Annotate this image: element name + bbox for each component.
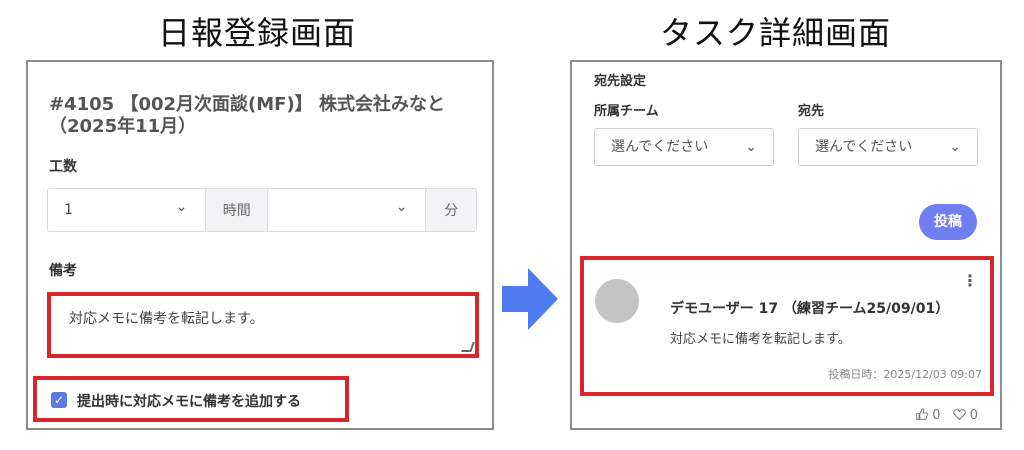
- post-author: デモユーザー 17 （練習チーム25/09/01）: [670, 301, 950, 317]
- thumbs-up-icon: [916, 408, 929, 420]
- task-detail-panel: 宛先設定 所属チーム 選んでください ⌄ 宛先 選んでください ⌄ 投稿 ⋮ デ…: [570, 60, 1002, 430]
- post-button[interactable]: 投稿: [919, 204, 977, 240]
- hours-value: 1: [64, 202, 73, 218]
- heart-count: 0: [969, 408, 978, 423]
- reactions: 0 0: [915, 408, 978, 423]
- resize-handle-icon[interactable]: [461, 342, 475, 352]
- avatar: [595, 279, 639, 323]
- work-hours-row: 1 ⌄ 時間 ⌄ 分: [47, 188, 477, 232]
- chevron-down-icon: ⌄: [949, 139, 961, 155]
- chevron-down-icon: ⌄: [175, 199, 188, 215]
- hours-unit: 時間: [205, 189, 269, 231]
- right-caption: タスク詳細画面: [660, 14, 892, 52]
- task-title: #4105 【002月次面談(MF)】 株式会社みなと（2025年11月）: [49, 94, 445, 137]
- left-caption: 日報登録画面: [158, 14, 357, 52]
- more-vertical-icon[interactable]: ⋮: [962, 273, 978, 289]
- post-timestamp: 投稿日時：2025/12/03 09:07: [828, 368, 982, 381]
- destination-section-title: 宛先設定: [594, 74, 647, 89]
- minutes-select[interactable]: ⌄: [268, 189, 425, 231]
- chevron-down-icon: ⌄: [745, 139, 757, 155]
- heart-button[interactable]: 0: [952, 408, 978, 423]
- append-note-option: ✓ 提出時に対応メモに備考を追加する: [33, 376, 349, 422]
- hours-select[interactable]: 1 ⌄: [48, 189, 205, 231]
- chevron-down-icon: ⌄: [395, 199, 408, 215]
- team-label: 所属チーム: [594, 104, 659, 119]
- append-note-label: 提出時に対応メモに備考を追加する: [77, 394, 301, 410]
- destination-placeholder: 選んでください: [815, 139, 913, 155]
- work-label: 工数: [49, 159, 77, 175]
- destination-select[interactable]: 選んでください ⌄: [798, 128, 978, 166]
- like-button[interactable]: 0: [915, 408, 941, 423]
- post-body: 対応メモに備考を転記します。: [670, 332, 851, 347]
- minutes-unit: 分: [425, 189, 476, 231]
- note-label: 備考: [49, 263, 77, 279]
- note-textarea[interactable]: 対応メモに備考を転記します。: [47, 292, 479, 358]
- heart-icon: [952, 409, 966, 421]
- team-select[interactable]: 選んでください ⌄: [594, 128, 774, 166]
- append-note-checkbox[interactable]: ✓: [51, 392, 67, 408]
- arrow-right-icon: [502, 268, 558, 330]
- daily-report-panel: #4105 【002月次面談(MF)】 株式会社みなと（2025年11月） 工数…: [26, 60, 494, 430]
- post-card: ⋮ デモユーザー 17 （練習チーム25/09/01） 対応メモに備考を転記しま…: [580, 256, 994, 396]
- like-count: 0: [932, 408, 941, 423]
- note-text: 対応メモに備考を転記します。: [69, 311, 264, 327]
- destination-label: 宛先: [798, 104, 825, 119]
- team-placeholder: 選んでください: [611, 139, 709, 155]
